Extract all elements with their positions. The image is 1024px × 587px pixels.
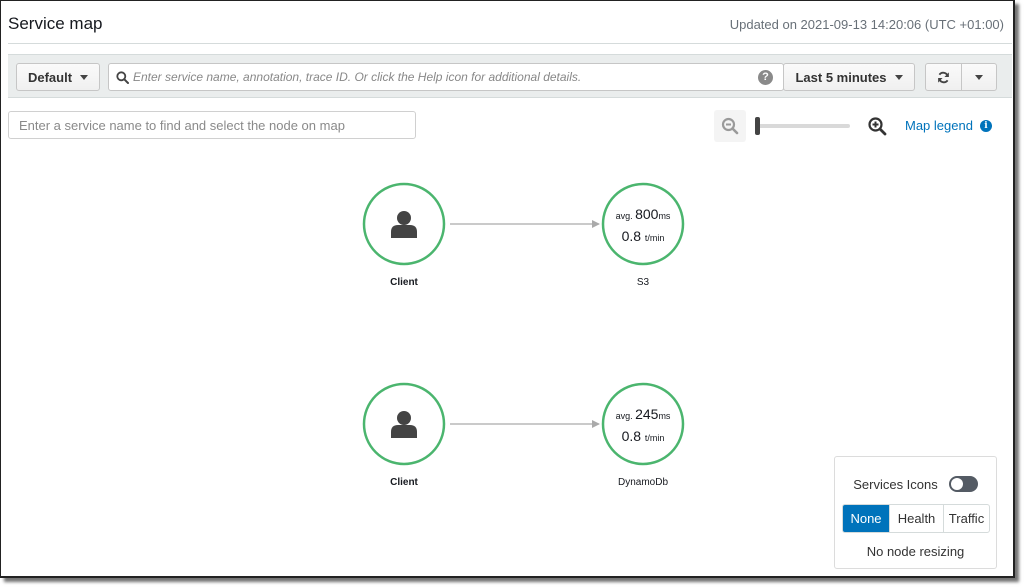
node-circle[interactable] bbox=[601, 382, 685, 466]
resize-option-health[interactable]: Health bbox=[889, 505, 943, 532]
services-icons-toggle[interactable] bbox=[948, 476, 978, 492]
node-s3[interactable] bbox=[601, 182, 685, 266]
services-icons-row: Services Icons bbox=[835, 476, 996, 492]
avg-latency: avg. 800ms bbox=[615, 206, 671, 222]
resize-caption: No node resizing bbox=[866, 544, 965, 559]
services-icons-label: Services Icons bbox=[853, 476, 938, 492]
resize-option-traffic[interactable]: Traffic bbox=[943, 505, 989, 532]
node-name-label: Client bbox=[390, 277, 418, 288]
node-name-label: DynamoDb bbox=[617, 477, 669, 488]
node-circle[interactable] bbox=[601, 182, 685, 266]
avg-latency: avg. 245ms bbox=[615, 406, 671, 422]
node-name-label: S3 bbox=[636, 277, 650, 288]
request-rate: 0.8 t/min bbox=[621, 428, 665, 444]
node-resize-segmented-control: None Health Traffic bbox=[842, 504, 990, 533]
request-rate: 0.8 t/min bbox=[621, 228, 665, 244]
node-client-2[interactable] bbox=[362, 382, 446, 466]
resize-option-none[interactable]: None bbox=[843, 505, 889, 532]
node-name-label: Client bbox=[390, 477, 418, 488]
toggle-knob bbox=[950, 478, 963, 490]
node-dynamodb[interactable] bbox=[601, 382, 685, 466]
node-client-1[interactable] bbox=[362, 182, 446, 266]
map-options-panel: Services Icons None Health Traffic No no… bbox=[834, 456, 997, 569]
